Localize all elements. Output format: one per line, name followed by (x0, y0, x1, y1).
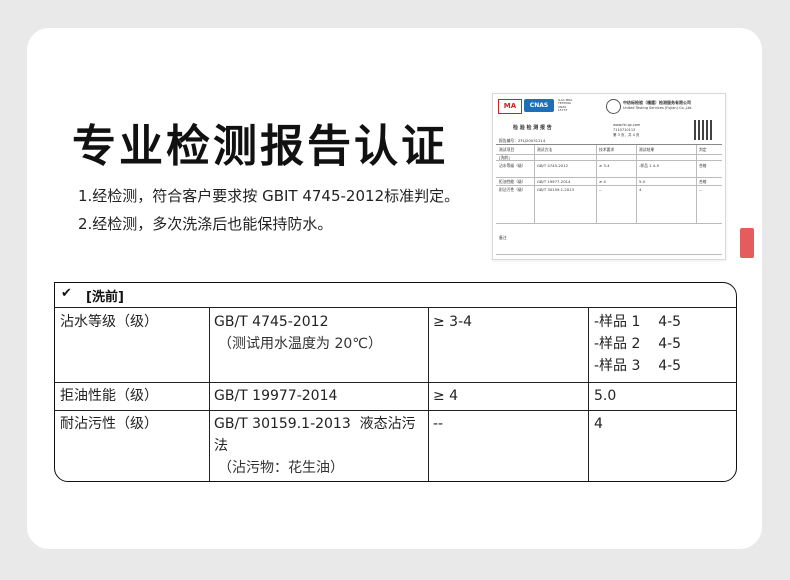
report-col-req: 技术要求 (599, 147, 615, 152)
qr-code-icon (694, 120, 714, 140)
report-cell: ≥ 4 (599, 179, 606, 184)
row2-requirement: ≥ 4 (433, 388, 459, 404)
row1-item: 沾水等级（级） (60, 314, 158, 330)
report-cell: -样品 1 4-5 (639, 163, 659, 168)
report-cell: 5.0 (639, 179, 646, 184)
row1-method: GB/T 4745-2012 (214, 314, 329, 330)
report-col-result: 测试结果 (639, 147, 655, 152)
report-cell: ≥ 3-4 (599, 163, 610, 168)
row3-requirement: -- (433, 416, 444, 432)
row1-method-note: （测试用水温度为 20℃） (218, 336, 382, 352)
report-col-item: 测试项目 (499, 147, 515, 152)
row3-method-note: （沾污物：花生油） (218, 460, 344, 476)
row2-item: 拒油性能（级） (60, 388, 158, 404)
ma-logo: MA (498, 99, 522, 114)
report-col-method: 测试方法 (537, 147, 553, 152)
org-name-en: United Testing Services (Fujian) Co.,Ltd… (623, 106, 693, 110)
row2-method: GB/T 19977-2014 (214, 388, 338, 404)
report-cell: GB/T 30159.1-2013 (537, 187, 575, 192)
report-col-verdict: 判定 (699, 147, 707, 152)
report-section: [洗前] (499, 155, 510, 160)
report-thumbnail: MA CNAS ILAC MRA TESTING CNAS L5773 中纺标检… (492, 93, 726, 260)
org-logo-icon (606, 99, 621, 114)
red-stamp-icon (740, 228, 754, 258)
page-title: 专业检测报告认证 (72, 121, 448, 172)
report-cell: 耐沾污性（级） (499, 187, 526, 192)
row2-result: 5.0 (594, 388, 617, 404)
report-remark-label: 备注 (499, 235, 507, 240)
bullet-2: 2.经检测，多次洗涤后也能保持防水。 (78, 215, 333, 233)
row1-requirement: ≥ 3-4 (433, 314, 473, 330)
row1-result-1: -样品 1 4-5 (594, 314, 682, 330)
bullet-1: 1.经检测，符合客户要求按 GBIT 4745-2012标准判定。 (78, 187, 460, 205)
row1-result-2: -样品 2 4-5 (594, 336, 682, 352)
row3-result: 4 (594, 416, 603, 432)
row1-result-3: -样品 3 4-5 (594, 358, 682, 374)
section-label: [洗前] (86, 290, 124, 305)
checkmark-icon: ✔ (61, 286, 72, 301)
report-cell: 沾水等级（级） (499, 163, 526, 168)
report-page-info: 第 3 页，共 4 页 (613, 133, 640, 137)
report-cell: GB/T 4745-2012 (537, 163, 569, 168)
report-cell: GB/T 19977-2014 (537, 179, 571, 184)
report-title: 检 验 检 测 报 告 (513, 125, 552, 131)
report-header: MA CNAS ILAC MRA TESTING CNAS L5773 中纺标检… (496, 97, 721, 119)
report-cell: -- (699, 187, 702, 192)
row3-method-line2: 法 (214, 438, 228, 454)
report-cell: -- (599, 187, 602, 192)
report-cell: 4 (639, 187, 642, 192)
table-section-header: ✔ [洗前] (54, 282, 737, 307)
report-cell: 拒油性能（级） (499, 179, 526, 184)
ilac-logo: ILAC MRA TESTING CNAS L5773 (558, 98, 573, 112)
report-table: 测试项目 测试方法 技术要求 测试结果 判定 [洗前] 沾水等级（级） GB/T… (496, 144, 722, 255)
report-cell: 合格 (699, 179, 707, 184)
cnas-logo: CNAS (524, 99, 554, 112)
report-cell: 合格 (699, 163, 707, 168)
row3-method: GB/T 30159.1-2013 液态沾污 (214, 416, 416, 432)
test-results-table: ✔ [洗前] 沾水等级（级） GB/T 4745-2012 （测试用水温度为 2… (54, 282, 737, 482)
report-meta: www.fzl-qz.com 7110710113 第 3 页，共 4 页 (613, 123, 640, 138)
row3-item: 耐沾污性（级） (60, 416, 158, 432)
